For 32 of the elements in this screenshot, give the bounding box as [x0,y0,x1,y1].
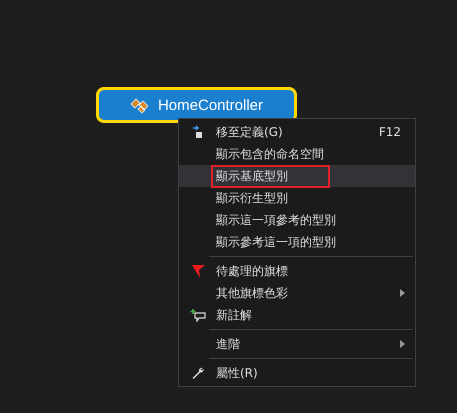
menu-label: 顯示衍生型別 [215,190,289,206]
flag-icon [190,264,204,278]
submenu-arrow-icon [400,289,405,297]
menu-item[interactable]: 顯示這一項參考的型別 [179,209,415,231]
menu-label: 其他旗標色彩 [215,284,289,302]
wrench-icon [190,366,204,380]
menu-item[interactable]: 進階 [179,333,415,355]
highlighted-label: 顯示基底型別 [213,166,328,186]
menu-label: 顯示參考這一項的型別 [215,234,337,250]
menu-item[interactable]: 移至定義(G) F12 [179,121,415,143]
menu-item[interactable]: 其他旗標色彩 [179,282,415,304]
menu-item[interactable]: 顯示參考這一項的型別 [179,231,415,253]
class-name: HomeController [158,96,264,114]
go-to-definition-icon [190,125,204,139]
menu-label: 顯示這一項參考的型別 [215,212,337,228]
menu-item[interactable]: 顯示衍生型別 [179,187,415,209]
menu-item[interactable]: 待處理的旗標 [179,260,415,282]
class-node[interactable]: HomeController [96,87,297,123]
new-comment-icon [190,308,206,322]
menu-label: 進階 [215,336,241,352]
shortcut-label: F12 [378,125,401,139]
submenu-arrow-icon [400,340,405,348]
menu-item[interactable]: 顯示包含的命名空間 [179,143,415,165]
menu-item[interactable]: 顯示基底型別 [179,165,415,187]
menu-label: 顯示包含的命名空間 [215,146,325,162]
menu-item[interactable]: 屬性(R) [179,362,415,384]
menu-label: 屬性(R) [215,364,259,382]
menu-item[interactable]: 新註解 [179,304,415,326]
menu-label: 新註解 [215,306,253,324]
class-icon [130,96,150,114]
menu-label: 待處理的旗標 [215,262,289,280]
menu-label: 移至定義(G) [215,124,284,140]
